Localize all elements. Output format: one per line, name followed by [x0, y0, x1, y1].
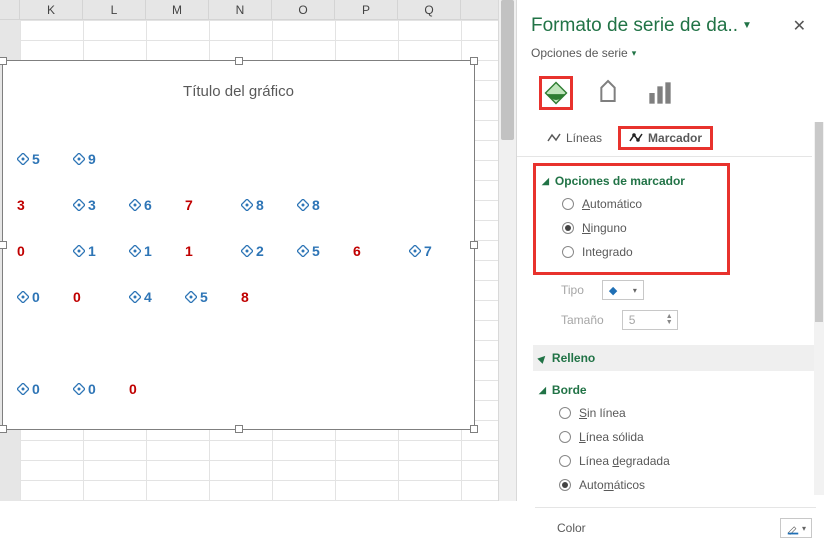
marker-builtin-radio[interactable]: Integrado: [542, 240, 721, 264]
data-point[interactable]: 7: [409, 243, 432, 259]
close-pane-button[interactable]: ✕: [785, 12, 814, 40]
border-color-label: Color: [557, 521, 586, 535]
border-color-picker[interactable]: ▾: [780, 518, 812, 538]
data-point[interactable]: 7: [185, 197, 193, 213]
border-none-radio[interactable]: Sin línea: [539, 401, 814, 425]
tab-lines[interactable]: Líneas: [539, 127, 610, 149]
col-header[interactable]: L: [83, 0, 146, 19]
data-point[interactable]: 1: [73, 243, 96, 259]
col-header[interactable]: K: [20, 0, 83, 19]
marker-type-label: Tipo: [561, 283, 584, 297]
fill-line-icon[interactable]: [539, 76, 573, 110]
data-point[interactable]: 0: [17, 243, 25, 259]
data-point[interactable]: 0: [73, 381, 96, 397]
format-series-pane: Formato de serie de da..▼ ✕ Opciones de …: [516, 0, 826, 501]
data-point[interactable]: 0: [17, 381, 40, 397]
pane-scrollbar[interactable]: [814, 122, 824, 495]
data-point[interactable]: 5: [185, 289, 208, 305]
data-point[interactable]: 8: [241, 197, 264, 213]
border-auto-radio[interactable]: Automáticos: [539, 473, 814, 497]
data-point[interactable]: 0: [73, 289, 81, 305]
pane-title: Formato de serie de da..▼: [531, 15, 752, 37]
data-point[interactable]: 9: [73, 151, 96, 167]
data-point[interactable]: 0: [129, 381, 137, 397]
marker-size-spinner[interactable]: 5 ▲▼: [622, 310, 678, 330]
col-header[interactable]: N: [209, 0, 272, 19]
data-point[interactable]: 8: [241, 289, 249, 305]
fill-section-header[interactable]: ▶ Relleno: [533, 345, 820, 371]
data-point[interactable]: 0: [17, 289, 40, 305]
data-point[interactable]: 4: [129, 289, 152, 305]
border-section-header[interactable]: ◢Borde: [539, 379, 814, 401]
spreadsheet-area: K L M N O P Q Título del gráfico 5 9 3 6 8 8 1…: [0, 0, 516, 501]
data-point[interactable]: 3: [17, 197, 25, 213]
data-point[interactable]: 6: [129, 197, 152, 213]
data-point[interactable]: 2: [241, 243, 264, 259]
border-gradient-radio[interactable]: Línea degradada: [539, 449, 814, 473]
column-headers: K L M N O P Q: [0, 0, 516, 20]
marker-none-radio[interactable]: Ninguno: [542, 216, 721, 240]
col-header[interactable]: O: [272, 0, 335, 19]
data-point[interactable]: 6: [353, 243, 361, 259]
chart-object[interactable]: Título del gráfico 5 9 3 6 8 8 1 1 2 5 7 0 4 5 0 0 3 7 0 1 6…: [2, 60, 475, 430]
data-point[interactable]: 3: [73, 197, 96, 213]
marker-options-header[interactable]: ◢Opciones de marcador: [542, 170, 721, 192]
data-point[interactable]: 1: [129, 243, 152, 259]
marker-type-select[interactable]: ◆▾: [602, 280, 644, 300]
effects-icon[interactable]: [591, 76, 625, 110]
marker-auto-radio[interactable]: Automático: [542, 192, 721, 216]
data-point[interactable]: 8: [297, 197, 320, 213]
marker-options-group: ◢Opciones de marcador Automático Ninguno…: [533, 163, 730, 275]
col-header[interactable]: M: [146, 0, 209, 19]
data-point[interactable]: 1: [185, 243, 193, 259]
data-point[interactable]: 5: [17, 151, 40, 167]
sheet-scrollbar[interactable]: [498, 0, 516, 501]
data-point[interactable]: 5: [297, 243, 320, 259]
marker-size-label: Tamaño: [561, 313, 604, 327]
chart-title[interactable]: Título del gráfico: [3, 83, 474, 100]
series-options-dropdown[interactable]: Opciones de serie▾: [517, 46, 826, 70]
series-options-icon[interactable]: [643, 76, 677, 110]
col-header[interactable]: Q: [398, 0, 461, 19]
border-solid-radio[interactable]: Línea sólida: [539, 425, 814, 449]
sheet-scrollbar-thumb[interactable]: [501, 0, 514, 140]
chart-plot-area[interactable]: 5 9 3 6 8 8 1 1 2 5 7 0 4 5 0 0 3 7 0 1 6 0 8 0: [13, 121, 464, 419]
col-header[interactable]: P: [335, 0, 398, 19]
tab-marker[interactable]: Marcador: [618, 126, 713, 150]
